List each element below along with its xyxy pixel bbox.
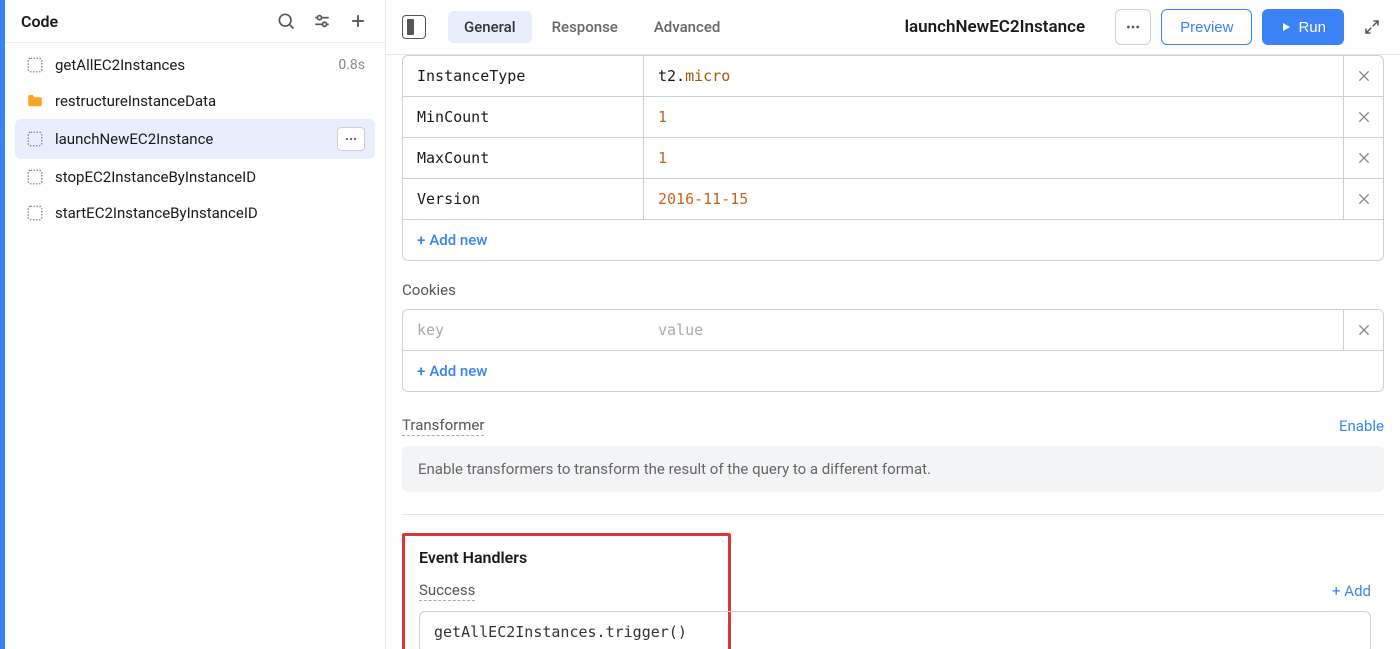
param-row: Version 2016-11-15	[403, 179, 1383, 220]
delete-icon[interactable]	[1343, 138, 1383, 178]
run-button[interactable]: Run	[1262, 9, 1344, 45]
delete-icon[interactable]	[1343, 97, 1383, 137]
tab-advanced[interactable]: Advanced	[638, 11, 736, 43]
param-row: MaxCount 1	[403, 138, 1383, 179]
expand-icon[interactable]	[1360, 15, 1384, 39]
sidebar-item-label: restructureInstanceData	[55, 92, 365, 110]
add-new-label: Add new	[429, 362, 487, 380]
code-icon	[25, 167, 45, 187]
event-handlers-section: Event Handlers Success + Add getAllEC2In…	[402, 533, 731, 649]
param-value[interactable]: 2016-11-15	[644, 179, 1343, 219]
sidebar-item-label: launchNewEC2Instance	[55, 130, 327, 148]
sidebar-item-label: startEC2InstanceByInstanceID	[55, 204, 365, 222]
play-icon	[1280, 21, 1292, 33]
more-button[interactable]	[1115, 9, 1151, 45]
code-icon	[25, 129, 45, 149]
plus-icon: +	[417, 362, 425, 380]
folder-icon	[25, 91, 45, 111]
success-label: Success	[419, 581, 475, 601]
sidebar-item-label: getAllEC2Instances	[55, 56, 328, 74]
delete-icon[interactable]	[1343, 56, 1383, 96]
sidebar-title: Code	[21, 12, 58, 31]
enable-link[interactable]: Enable	[1339, 417, 1384, 435]
query-title: launchNewEC2Instance	[905, 17, 1086, 37]
sidebar-item-stopec2instance[interactable]: stopEC2InstanceByInstanceID	[15, 159, 375, 195]
add-icon[interactable]	[347, 10, 369, 32]
cookies-row	[403, 310, 1383, 351]
sidebar-list: getAllEC2Instances 0.8s restructureInsta…	[5, 43, 385, 649]
handler-row[interactable]: getAllEC2Instances.trigger()	[419, 611, 1371, 649]
success-header: Success + Add	[419, 581, 1371, 601]
cookies-section: Cookies + Add new	[402, 281, 1384, 392]
sidebar-header: Code	[5, 0, 385, 43]
more-icon[interactable]	[337, 127, 365, 151]
sidebar-item-meta: 0.8s	[338, 57, 365, 73]
transformer-section: Transformer Enable Enable transformers t…	[402, 416, 1384, 492]
delete-icon[interactable]	[1343, 310, 1383, 350]
params-table: InstanceType t2.micro MinCount 1 MaxCoun…	[402, 55, 1384, 261]
sidebar-item-restructureinstancedata[interactable]: restructureInstanceData	[15, 83, 375, 119]
add-handler-button[interactable]: + Add	[1332, 582, 1371, 600]
code-icon	[25, 55, 45, 75]
param-key[interactable]: Version	[403, 179, 644, 219]
cookie-key-input[interactable]	[403, 310, 644, 350]
param-key[interactable]: MinCount	[403, 97, 644, 137]
sidebar-actions	[275, 10, 369, 32]
preview-button[interactable]: Preview	[1161, 9, 1252, 45]
sidebar: Code getAllEC2Instances 0.8s restr	[5, 0, 386, 649]
code-icon	[25, 203, 45, 223]
panel-toggle-icon[interactable]	[402, 15, 426, 39]
toolbar: General Response Advanced launchNewEC2In…	[386, 0, 1400, 55]
param-value[interactable]: 1	[644, 97, 1343, 137]
tabs: General Response Advanced	[448, 11, 736, 43]
add-new-label: Add new	[429, 231, 487, 249]
plus-icon: +	[417, 231, 425, 249]
cookies-label: Cookies	[402, 281, 1384, 299]
sidebar-item-getallec2instances[interactable]: getAllEC2Instances 0.8s	[15, 47, 375, 83]
sidebar-item-launchnewec2instance[interactable]: launchNewEC2Instance	[15, 119, 375, 159]
run-button-label: Run	[1298, 19, 1326, 36]
sidebar-item-startec2instance[interactable]: startEC2InstanceByInstanceID	[15, 195, 375, 231]
param-key[interactable]: MaxCount	[403, 138, 644, 178]
param-value[interactable]: 1	[644, 138, 1343, 178]
event-handlers-title: Event Handlers	[419, 548, 714, 567]
transformer-description: Enable transformers to transform the res…	[402, 446, 1384, 492]
settings-sliders-icon[interactable]	[311, 10, 333, 32]
cookie-value-input[interactable]	[644, 310, 1343, 350]
param-value[interactable]: t2.micro	[644, 56, 1343, 96]
param-row: MinCount 1	[403, 97, 1383, 138]
cookies-table: + Add new	[402, 309, 1384, 392]
param-key[interactable]: InstanceType	[403, 56, 644, 96]
transformer-label: Transformer	[402, 416, 484, 436]
tab-general[interactable]: General	[448, 11, 532, 43]
content-area: InstanceType t2.micro MinCount 1 MaxCoun…	[386, 55, 1400, 649]
main-panel: General Response Advanced launchNewEC2In…	[386, 0, 1400, 649]
transformer-header: Transformer Enable	[402, 416, 1384, 436]
add-new-cookie-button[interactable]: + Add new	[403, 351, 1383, 391]
search-icon[interactable]	[275, 10, 297, 32]
param-row: InstanceType t2.micro	[403, 56, 1383, 97]
add-new-param-button[interactable]: + Add new	[403, 220, 1383, 260]
delete-icon[interactable]	[1343, 179, 1383, 219]
tab-response[interactable]: Response	[536, 11, 634, 43]
section-divider	[402, 514, 1384, 515]
sidebar-item-label: stopEC2InstanceByInstanceID	[55, 168, 365, 186]
